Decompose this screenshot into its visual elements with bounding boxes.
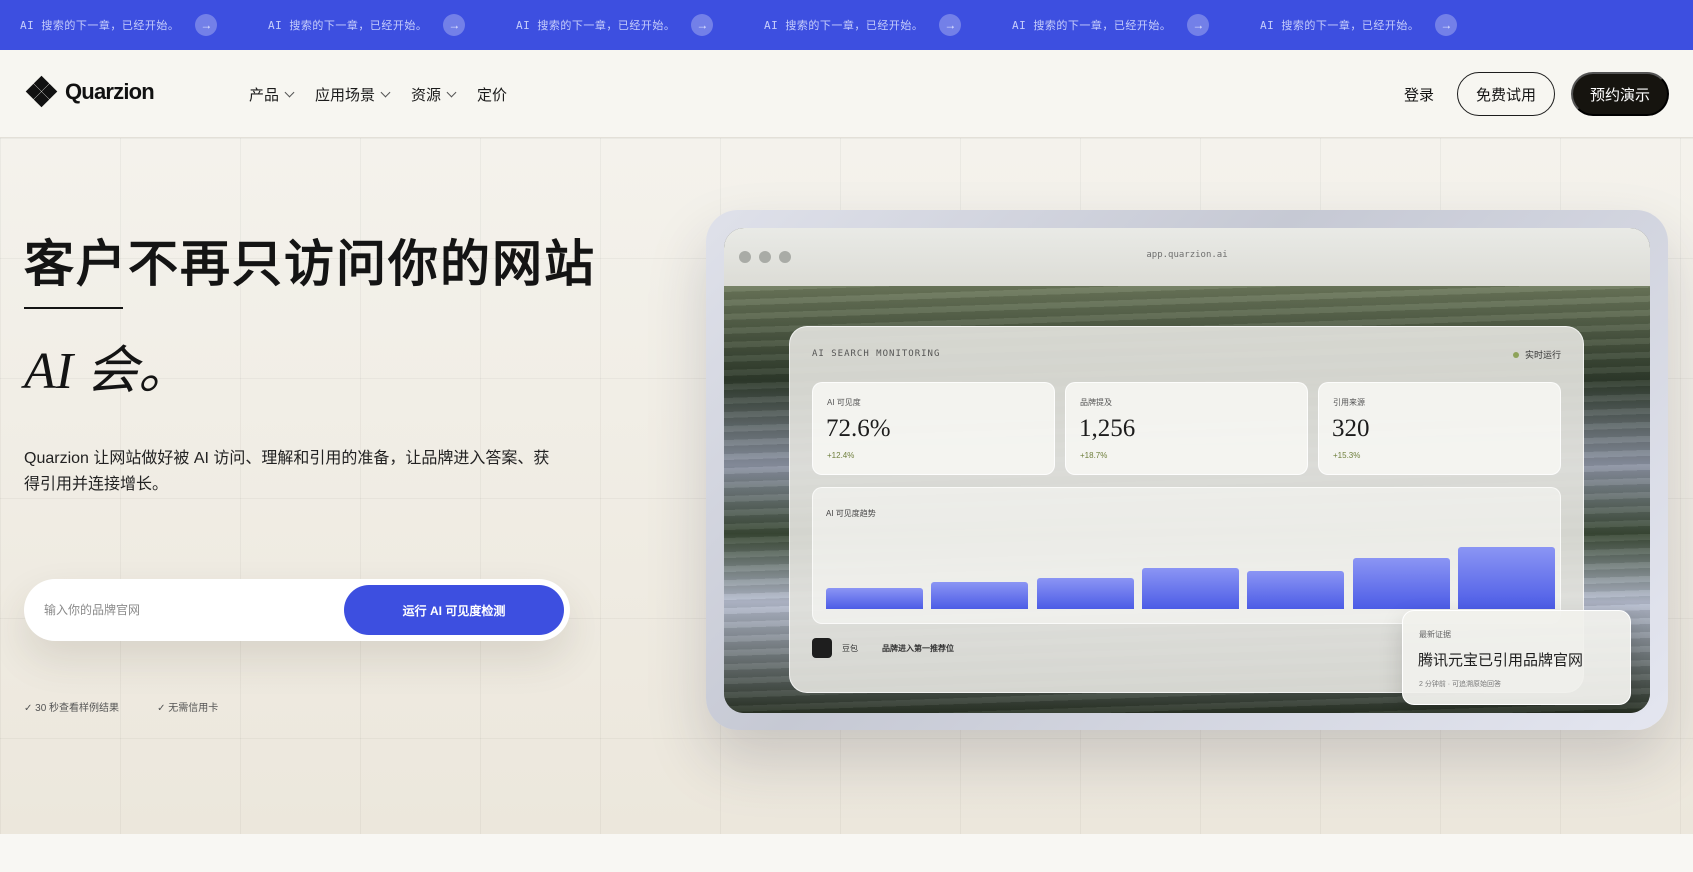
marquee-item: AI 搜索的下一章，已经开始。 → (20, 0, 218, 50)
marquee-text: AI 搜索的下一章，已经开始。 (764, 19, 924, 32)
marquee-text: AI 搜索的下一章，已经开始。 (1012, 19, 1172, 32)
marquee-text: AI 搜索的下一章，已经开始。 (1260, 19, 1420, 32)
live-status-badge: 实时运行 (1512, 348, 1561, 361)
dashboard-footer: 豆包 品牌进入第一推荐位 (812, 638, 954, 658)
site-header: Quarzion 产品 应用场景 资源 定价 登录 免费试用 预约演示 (0, 50, 1693, 138)
nav-label: 定价 (477, 86, 508, 104)
kpi-card-visibility: AI 可见度 72.6% +12.4% (812, 382, 1055, 475)
status-text: 实时运行 (1524, 350, 1561, 360)
chart-bar (931, 582, 1029, 609)
run-visibility-check-button[interactable]: 运行 AI 可见度检测 (344, 585, 564, 635)
status-dot-icon (1512, 351, 1519, 358)
nav-item-resources[interactable]: 资源 (411, 84, 457, 105)
chart-bar (1247, 571, 1345, 609)
evidence-subtext: 2 分钟前 · 可追溯原始回答 (1419, 681, 1502, 688)
headline-divider (24, 307, 123, 309)
browser-url: app.quarzion.ai (1146, 250, 1228, 260)
browser-toolbar: app.quarzion.ai (724, 228, 1650, 286)
product-mockup: app.quarzion.ai AI SEARCH MONITORING 实时运… (706, 210, 1668, 730)
source-result: 品牌进入第一推荐位 (882, 643, 954, 653)
chart-bar (1141, 568, 1239, 609)
nav-label: 产品 (249, 86, 280, 104)
chart-bars (826, 519, 1555, 609)
nav-label: 应用场景 (315, 86, 376, 104)
kpi-value: 320 (1332, 415, 1370, 442)
nav-label: 资源 (411, 86, 442, 104)
hero-description: Quarzion 让网站做好被 AI 访问、理解和引用的准备，让品牌进入答案、获… (24, 450, 550, 493)
chart-bar (1036, 578, 1134, 609)
kpi-card-mentions: 品牌提及 1,256 +18.7% (1065, 382, 1308, 475)
arrow-right-icon: → (443, 14, 466, 36)
benefit-item: ✓ 无需信用卡 (157, 703, 219, 714)
book-demo-button[interactable]: 预约演示 (1571, 72, 1669, 116)
page-bottom-band (0, 834, 1693, 872)
kpi-delta: +18.7% (1080, 451, 1108, 460)
brand-logo[interactable]: Quarzion (25, 75, 155, 108)
chart-bar (826, 588, 923, 609)
chevron-down-icon (380, 87, 391, 97)
dashboard-title: AI SEARCH MONITORING (812, 349, 941, 359)
arrow-right-icon: → (691, 14, 714, 36)
chart-bar (1352, 558, 1450, 609)
latest-evidence-card: 最新证据 腾讯元宝已引用品牌官网 2 分钟前 · 可追溯原始回答 (1402, 610, 1631, 705)
marquee-item: AI 搜索的下一章，已经开始。 → (268, 0, 466, 50)
kpi-label: 品牌提及 (1080, 398, 1112, 407)
arrow-right-icon: → (939, 14, 962, 36)
visibility-trend-chart: AI 可见度趋势 (812, 487, 1561, 624)
source-name: 豆包 (842, 643, 858, 653)
marquee-item: AI 搜索的下一章，已经开始。 → (764, 0, 962, 50)
chevron-down-icon (284, 87, 295, 97)
kpi-value: 72.6% (826, 415, 891, 442)
login-link[interactable]: 登录 (1404, 84, 1434, 105)
main-nav: 产品 应用场景 资源 定价 (249, 50, 507, 138)
nav-item-products[interactable]: 产品 (249, 84, 295, 105)
marquee-item: AI 搜索的下一章，已经开始。 → (516, 0, 714, 50)
arrow-right-icon: → (1187, 14, 1210, 36)
hero-headline: 客户不再只访问你的网站 (24, 234, 596, 293)
brand-check-form: 运行 AI 可见度检测 (24, 579, 570, 641)
marquee-text: AI 搜索的下一章，已经开始。 (20, 19, 180, 32)
chevron-down-icon (446, 87, 457, 97)
kpi-label: 引用来源 (1333, 398, 1365, 407)
kpi-delta: +12.4% (827, 451, 855, 460)
nav-item-pricing[interactable]: 定价 (477, 84, 507, 105)
arrow-right-icon: → (195, 14, 218, 36)
announcement-marquee: AI 搜索的下一章，已经开始。 → AI 搜索的下一章，已经开始。 → AI 搜索的下一… (0, 0, 1693, 50)
hero-headline-emphasis: AI 会。 (24, 343, 191, 400)
kpi-delta: +15.3% (1333, 451, 1361, 460)
evidence-title: 腾讯元宝已引用品牌官网 (1418, 651, 1584, 669)
arrow-right-icon: → (1435, 14, 1458, 36)
hero-benefits: ✓ 30 秒查看样例结果 ✓ 无需信用卡 (24, 699, 218, 714)
marquee-text: AI 搜索的下一章，已经开始。 (516, 19, 676, 32)
motion-blur-background: AI SEARCH MONITORING 实时运行 AI 可见度 72.6% +… (724, 286, 1650, 713)
kpi-card-citations: 引用来源 320 +15.3% (1318, 382, 1561, 475)
nav-item-use-cases[interactable]: 应用场景 (315, 84, 391, 105)
marquee-item: AI 搜索的下一章，已经开始。 → (1260, 0, 1458, 50)
quarzion-logo-icon (25, 75, 58, 108)
kpi-value: 1,256 (1079, 415, 1136, 442)
benefit-item: ✓ 30 秒查看样例结果 (24, 703, 120, 714)
brand-name: Quarzion (65, 79, 155, 104)
browser-window: app.quarzion.ai AI SEARCH MONITORING 实时运… (724, 228, 1650, 713)
marquee-text: AI 搜索的下一章，已经开始。 (268, 19, 428, 32)
chart-title: AI 可见度趋势 (826, 509, 876, 518)
chart-bar (1457, 547, 1555, 609)
marquee-item: AI 搜索的下一章，已经开始。 → (1012, 0, 1210, 50)
evidence-label: 最新证据 (1419, 630, 1451, 639)
brand-url-input[interactable] (44, 595, 344, 625)
kpi-label: AI 可见度 (827, 398, 861, 407)
source-logo-icon (812, 638, 832, 658)
free-trial-button[interactable]: 免费试用 (1457, 72, 1555, 116)
